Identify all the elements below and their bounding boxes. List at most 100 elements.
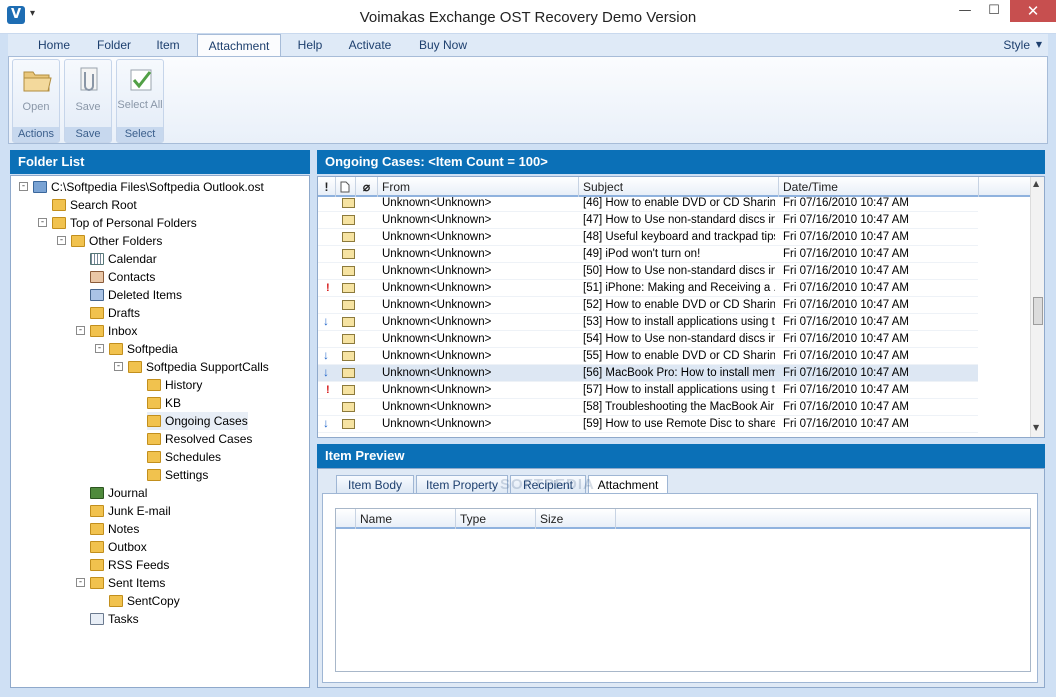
folder-item[interactable]: Junk E-mail bbox=[90, 502, 171, 520]
message-row[interactable]: ↓ Unknown<Unknown> [55] How to enable DVD … bbox=[318, 348, 978, 365]
message-row[interactable]: Unknown<Unknown> [58] Troubleshooting the… bbox=[318, 399, 978, 416]
tab-help[interactable]: Help bbox=[290, 34, 330, 56]
low-importance-icon: ↓ bbox=[323, 348, 329, 362]
message-row[interactable]: Unknown<Unknown> [46] How to enable DVD o… bbox=[318, 195, 978, 212]
low-importance-icon: ↓ bbox=[323, 314, 329, 328]
message-subject: [54] How to Use non-standard discs in ..… bbox=[583, 333, 775, 345]
style-dropdown-icon[interactable]: ▼ bbox=[1036, 34, 1042, 56]
folder-item[interactable]: Other Folders bbox=[71, 232, 162, 250]
minimize-button[interactable]: — bbox=[950, 0, 980, 22]
tab-folder[interactable]: Folder bbox=[90, 34, 138, 56]
folder-item-label: RSS Feeds bbox=[108, 558, 170, 572]
folder-item[interactable]: History bbox=[147, 376, 202, 394]
column-importance[interactable]: ! bbox=[318, 177, 336, 197]
message-date: Fri 07/16/2010 10:47 AM bbox=[783, 282, 909, 294]
tree-expander-icon[interactable]: - bbox=[114, 362, 123, 371]
column-attachment[interactable]: ⌀ bbox=[356, 177, 378, 197]
folder-item[interactable]: Notes bbox=[90, 520, 139, 538]
tab-activate[interactable]: Activate bbox=[342, 34, 398, 56]
folder-item[interactable]: Resolved Cases bbox=[147, 430, 252, 448]
message-row[interactable]: ↓ Unknown<Unknown> [59] How to use Remote … bbox=[318, 416, 978, 433]
attachment-list: Name Type Size bbox=[335, 508, 1031, 672]
folder-item-label: Schedules bbox=[165, 450, 222, 464]
scroll-up-icon[interactable]: ▲ bbox=[1033, 179, 1039, 188]
save-button[interactable]: Save bbox=[65, 100, 111, 114]
tree-expander-icon[interactable]: - bbox=[76, 578, 85, 587]
open-button[interactable]: Open bbox=[13, 100, 59, 114]
folder-item[interactable]: Softpedia SupportCalls bbox=[128, 358, 269, 376]
folder-icon bbox=[147, 433, 161, 445]
tab-item[interactable]: Item bbox=[148, 34, 188, 56]
folder-icon bbox=[147, 379, 161, 391]
tab-home[interactable]: Home bbox=[30, 34, 78, 56]
message-date: Fri 07/16/2010 10:47 AM bbox=[783, 401, 909, 413]
message-row[interactable]: Unknown<Unknown> [54] How to Use non-stan… bbox=[318, 331, 978, 348]
folder-item[interactable]: Calendar bbox=[90, 250, 157, 268]
folder-item-label: Settings bbox=[165, 468, 209, 482]
close-button[interactable]: ✕ bbox=[1010, 0, 1056, 22]
tree-expander-icon[interactable]: - bbox=[57, 236, 66, 245]
folder-item[interactable]: Schedules bbox=[147, 448, 221, 466]
folder-item[interactable]: Drafts bbox=[90, 304, 140, 322]
column-subject[interactable]: Subject bbox=[579, 177, 779, 197]
folder-item[interactable]: C:\Softpedia Files\Softpedia Outlook.ost bbox=[33, 178, 264, 196]
folder-item[interactable]: SentCopy bbox=[109, 592, 180, 610]
scrollbar-thumb[interactable] bbox=[1033, 297, 1043, 325]
column-size[interactable]: Size bbox=[536, 509, 616, 529]
tab-buy-now[interactable]: Buy Now bbox=[412, 34, 474, 56]
tab-item-body[interactable]: Item Body bbox=[336, 475, 414, 494]
message-subject: [46] How to enable DVD or CD Sharin... bbox=[583, 197, 775, 209]
low-importance-icon: ↓ bbox=[323, 416, 329, 430]
folder-item[interactable]: Ongoing Cases bbox=[147, 412, 248, 430]
tree-expander-icon[interactable]: - bbox=[38, 218, 47, 227]
tab-attachment[interactable]: Attachment bbox=[197, 34, 281, 57]
message-row[interactable]: Unknown<Unknown> [49] iPod won't turn on!… bbox=[318, 246, 978, 263]
envelope-icon bbox=[342, 368, 355, 378]
select-all-button[interactable]: Select All bbox=[117, 98, 163, 112]
folder-item[interactable]: KB bbox=[147, 394, 181, 412]
folder-item[interactable]: Search Root bbox=[52, 196, 137, 214]
ribbon-group-select: Select All Select bbox=[116, 59, 164, 143]
maximize-button[interactable]: ☐ bbox=[980, 0, 1008, 22]
message-row[interactable]: Unknown<Unknown> [52] How to enable DVD o… bbox=[318, 297, 978, 314]
column-name[interactable]: Name bbox=[356, 509, 456, 529]
folder-item[interactable]: Sent Items bbox=[90, 574, 165, 592]
folder-item[interactable]: Journal bbox=[90, 484, 147, 502]
folder-item[interactable]: Softpedia bbox=[109, 340, 178, 358]
folder-item[interactable]: Inbox bbox=[90, 322, 137, 340]
message-row[interactable]: ! Unknown<Unknown> [51] iPhone: Making and… bbox=[318, 280, 978, 297]
column-att-type[interactable]: Type bbox=[456, 509, 536, 529]
scroll-down-icon[interactable]: ▼ bbox=[1033, 423, 1039, 432]
tree-expander-icon[interactable]: - bbox=[19, 182, 28, 191]
tree-expander-icon[interactable]: - bbox=[95, 344, 104, 353]
folder-item[interactable]: Tasks bbox=[90, 610, 139, 628]
low-importance-icon: ↓ bbox=[323, 365, 329, 379]
message-list-scrollbar[interactable]: ▲ ▼ bbox=[1030, 177, 1044, 437]
tree-expander-icon[interactable]: - bbox=[76, 326, 85, 335]
folder-item[interactable]: Settings bbox=[147, 466, 208, 484]
message-row[interactable]: Unknown<Unknown> [48] Useful keyboard and… bbox=[318, 229, 978, 246]
open-folder-icon bbox=[23, 71, 52, 92]
folder-item[interactable]: RSS Feeds bbox=[90, 556, 169, 574]
notes-icon bbox=[90, 523, 104, 535]
message-subject: [47] How to Use non-standard discs in ..… bbox=[583, 214, 775, 226]
folder-item[interactable]: Contacts bbox=[90, 268, 155, 286]
drafts-icon bbox=[90, 307, 104, 319]
folder-item[interactable]: Deleted Items bbox=[90, 286, 182, 304]
column-date[interactable]: Date/Time bbox=[779, 177, 979, 197]
message-row[interactable]: ↓ Unknown<Unknown> [56] MacBook Pro: How t… bbox=[318, 365, 978, 382]
envelope-icon bbox=[342, 351, 355, 361]
column-from[interactable]: From bbox=[378, 177, 579, 197]
message-row[interactable]: ↓ Unknown<Unknown> [53] How to install app… bbox=[318, 314, 978, 331]
message-row[interactable]: ! Unknown<Unknown> [57] How to install app… bbox=[318, 382, 978, 399]
message-row[interactable]: Unknown<Unknown> [50] How to Use non-stan… bbox=[318, 263, 978, 280]
column-type[interactable] bbox=[336, 177, 356, 197]
folder-item[interactable]: Top of Personal Folders bbox=[52, 214, 197, 232]
style-menu[interactable]: Style bbox=[1003, 34, 1030, 56]
folder-item[interactable]: Outbox bbox=[90, 538, 147, 556]
pst-icon bbox=[33, 181, 47, 193]
tab-item-property[interactable]: Item Property bbox=[416, 475, 508, 494]
tab-attachment-preview[interactable]: Attachment bbox=[588, 475, 668, 494]
folder-icon bbox=[147, 397, 161, 409]
message-row[interactable]: Unknown<Unknown> [47] How to Use non-stan… bbox=[318, 212, 978, 229]
